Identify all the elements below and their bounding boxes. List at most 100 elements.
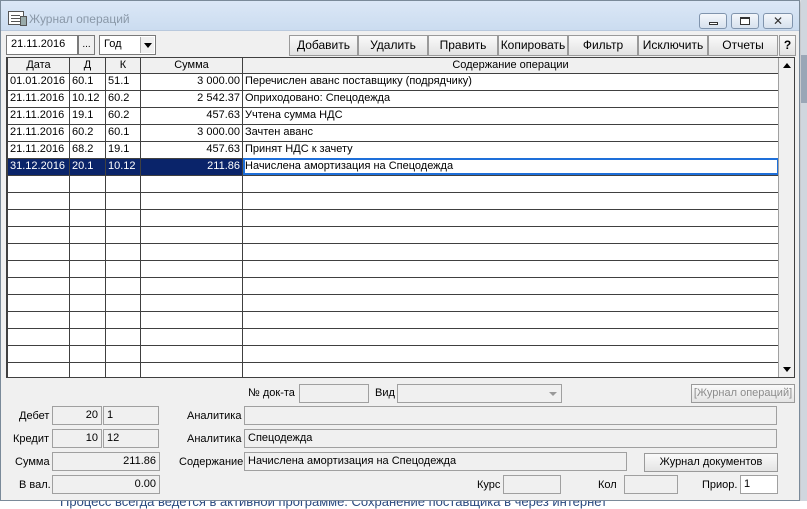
cell-credit[interactable]: 19.1 [105,140,141,159]
cell-debit[interactable] [69,361,106,377]
debit-analytics-field[interactable] [244,406,777,425]
cell-credit[interactable]: 60.2 [105,106,141,125]
cell-date[interactable] [7,208,70,227]
cell-credit[interactable] [105,310,141,329]
cell-sum[interactable]: 2 542.37 [140,89,243,108]
credit-account-field[interactable]: 10 [52,429,102,448]
copy-button[interactable]: Копировать [498,35,568,56]
date-picker-button[interactable]: ... [78,35,95,55]
cell-debit[interactable]: 19.1 [69,106,106,125]
cell-sum[interactable] [140,191,243,210]
cell-debit[interactable] [69,208,106,227]
cell-debit[interactable]: 10.12 [69,89,106,108]
cell-credit[interactable]: 51.1 [105,72,141,91]
cell-sum[interactable] [140,361,243,377]
cell-sum[interactable] [140,344,243,363]
add-button[interactable]: Добавить [289,35,358,56]
debit-subaccount-field[interactable]: 1 [103,406,159,425]
cell-content[interactable] [242,191,779,210]
column-header-debit[interactable]: Д [69,58,106,74]
cell-content[interactable] [242,344,779,363]
cell-sum[interactable]: 3 000.00 [140,72,243,91]
cell-credit[interactable]: 10.12 [105,157,141,176]
cell-content[interactable]: Зачтен аванс [242,123,779,142]
empty-table-row[interactable] [7,191,779,210]
cell-content[interactable]: Перечислен аванс поставщику (подрядчику) [242,72,779,91]
edit-button[interactable]: Править [428,35,498,56]
cell-date[interactable] [7,225,70,244]
cell-content[interactable]: Учтена сумма НДС [242,106,779,125]
cell-sum[interactable] [140,242,243,261]
table-row[interactable]: 21.11.2016 10.12 60.2 2 542.37 Оприходовано:… [7,89,779,108]
cell-date[interactable] [7,310,70,329]
empty-table-row[interactable] [7,259,779,278]
doc-no-field[interactable] [299,384,369,403]
cell-content[interactable] [242,259,779,278]
cell-date[interactable] [7,344,70,363]
cell-debit[interactable] [69,191,106,210]
column-header-content[interactable]: Содержание операции [242,58,779,74]
journal-operations-button[interactable]: [Журнал операций] [691,384,795,403]
cell-credit[interactable] [105,174,141,193]
table-row[interactable]: 21.11.2016 68.2 19.1 457.63 Принят НДС к зач… [7,140,779,159]
column-header-date[interactable]: Дата [7,58,70,74]
chevron-down-icon[interactable] [140,37,154,53]
empty-table-row[interactable] [7,242,779,261]
cell-sum[interactable]: 211.86 [140,157,243,176]
kind-select[interactable] [397,384,562,403]
scroll-up-icon[interactable] [779,58,794,73]
currency-field[interactable]: 0.00 [52,475,160,494]
cell-sum[interactable] [140,293,243,312]
cell-debit[interactable] [69,293,106,312]
reports-button[interactable]: Отчеты [708,35,778,56]
cell-date[interactable] [7,174,70,193]
cell-content[interactable] [242,276,779,295]
empty-table-row[interactable] [7,361,779,377]
maximize-button[interactable] [731,13,759,29]
column-header-sum[interactable]: Сумма [140,58,243,74]
cell-credit[interactable] [105,208,141,227]
cell-debit[interactable] [69,327,106,346]
quantity-field[interactable] [624,475,678,494]
cell-debit[interactable] [69,174,106,193]
content-field[interactable]: Начислена амортизация на Спецодежда [244,452,627,471]
empty-table-row[interactable] [7,293,779,312]
cell-content[interactable]: Начислена амортизация на Спецодежда [242,157,779,176]
cell-credit[interactable] [105,344,141,363]
cell-sum[interactable] [140,174,243,193]
cell-content[interactable] [242,310,779,329]
cell-credit[interactable] [105,191,141,210]
chevron-down-icon[interactable] [547,387,559,400]
cell-sum[interactable] [140,327,243,346]
cell-credit[interactable] [105,242,141,261]
cell-date[interactable]: 21.11.2016 [7,140,70,159]
scroll-down-icon[interactable] [779,362,794,377]
table-row[interactable]: 31.12.2016 20.1 10.12 211.86 Начислена аморт… [7,157,779,176]
filter-button[interactable]: Фильтр [568,35,638,56]
empty-table-row[interactable] [7,174,779,193]
date-field[interactable]: 21.11.2016 [6,35,78,55]
period-select[interactable]: Год [99,35,156,55]
cell-content[interactable] [242,174,779,193]
operations-grid[interactable]: Дата Д К Сумма Содержание операции 01.01… [6,57,795,378]
cell-sum[interactable] [140,276,243,295]
cell-date[interactable]: 01.01.2016 [7,72,70,91]
title-bar[interactable]: Журнал операций ✕ [1,1,799,31]
cell-credit[interactable] [105,327,141,346]
cell-debit[interactable]: 68.2 [69,140,106,159]
cell-date[interactable] [7,293,70,312]
cell-debit[interactable]: 60.2 [69,123,106,142]
cell-content[interactable] [242,327,779,346]
cell-credit[interactable] [105,361,141,377]
cell-debit[interactable] [69,344,106,363]
cell-content[interactable] [242,242,779,261]
cell-debit[interactable]: 60.1 [69,72,106,91]
close-button[interactable]: ✕ [763,13,793,29]
cell-debit[interactable]: 20.1 [69,157,106,176]
cell-date[interactable] [7,361,70,377]
priority-field[interactable]: 1 [740,475,778,494]
cell-content[interactable] [242,293,779,312]
cell-sum[interactable] [140,259,243,278]
empty-table-row[interactable] [7,208,779,227]
cell-date[interactable]: 31.12.2016 [7,157,70,176]
